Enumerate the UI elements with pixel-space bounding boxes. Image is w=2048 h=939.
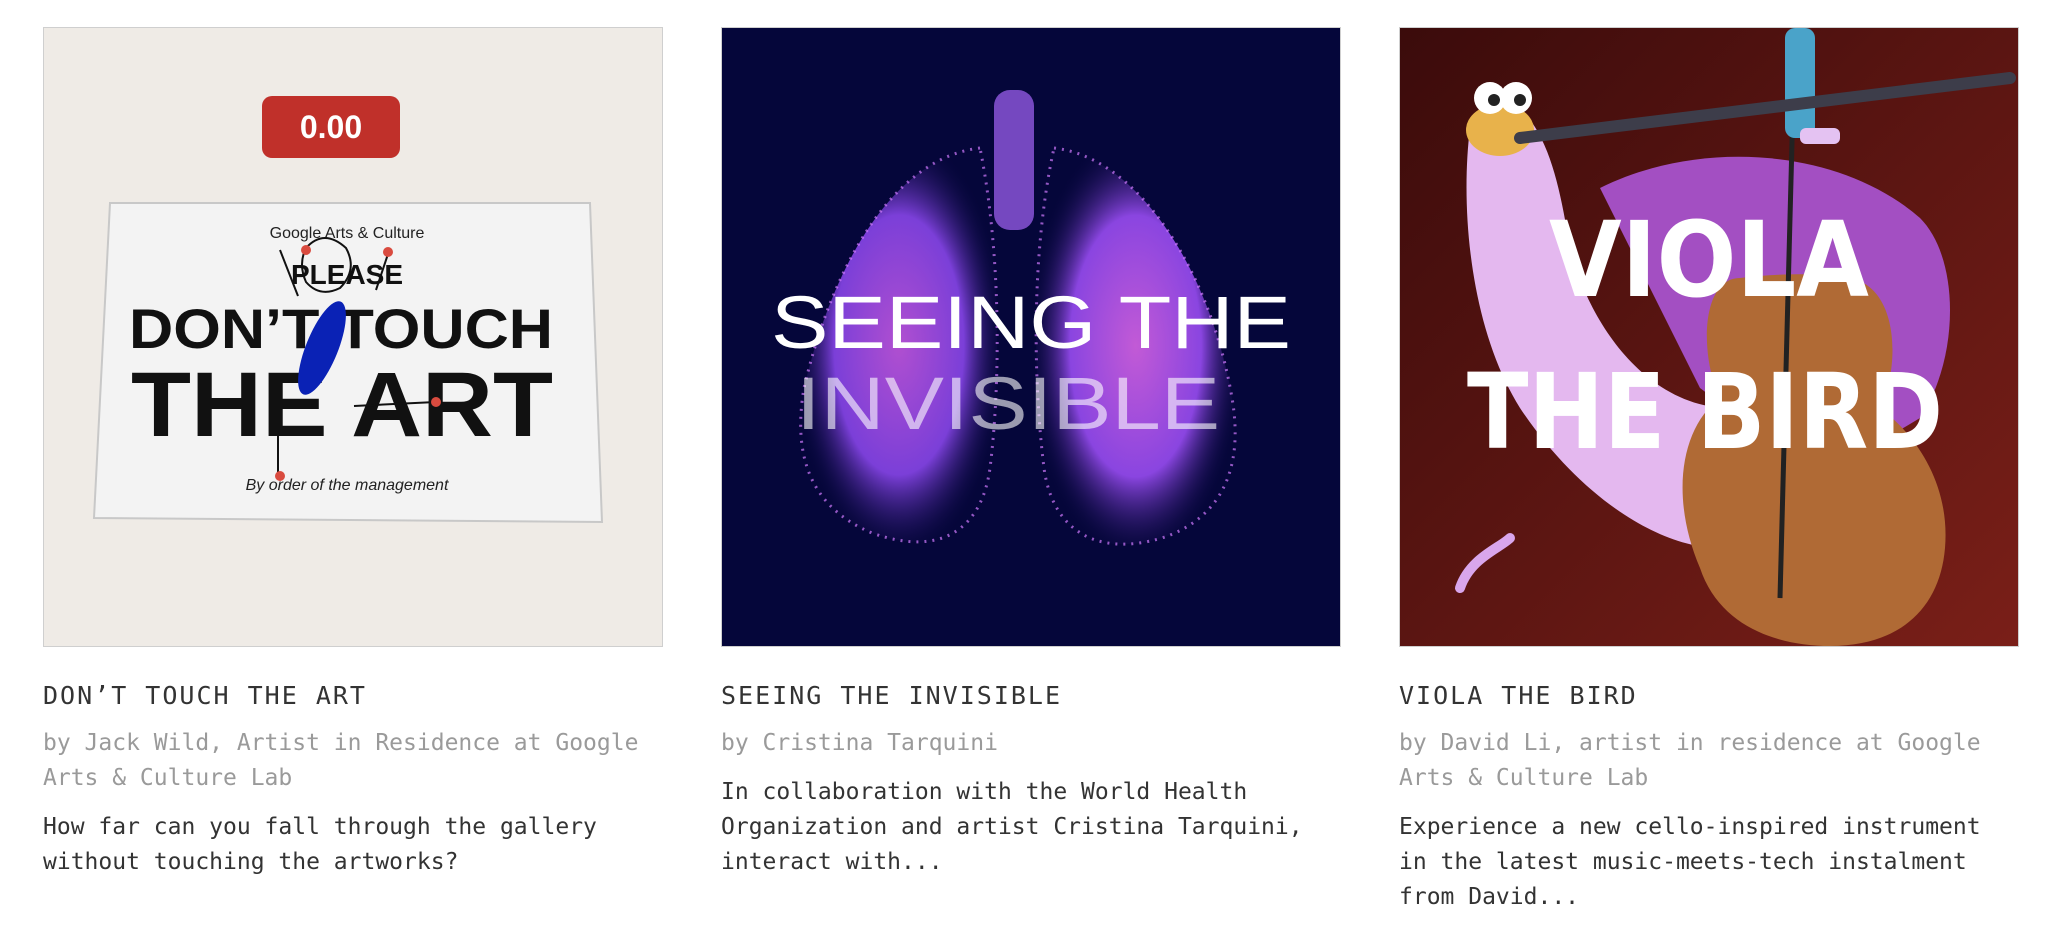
card-description: In collaboration with the World Health O… [721, 779, 1303, 875]
thumbnail-seeing-the-invisible[interactable]: SEEING THE INVISIBLE [721, 27, 1341, 647]
card-description: Experience a new cello-inspired instrume… [1399, 814, 1981, 910]
score-badge: 0.00 [262, 96, 400, 158]
svg-text:0.00: 0.00 [300, 109, 362, 145]
card-byline: by Jack Wild, Artist in Residence at Goo… [43, 730, 639, 791]
sign-footer: By order of the management [246, 477, 449, 494]
card-description: How far can you fall through the gallery… [43, 814, 597, 875]
sign-line-please: PLEASE [291, 259, 403, 290]
card-title[interactable]: VIOLA THE BIRD [1399, 681, 2019, 711]
card-dont-touch-the-art[interactable]: 0.00 Google Arts & Culture PLEASE DON’T … [43, 27, 663, 915]
art-line-viola: VIOLA [1549, 199, 1869, 321]
card-seeing-the-invisible[interactable]: SEEING THE INVISIBLE SEEING THE INVISIBL… [721, 27, 1341, 915]
card-title[interactable]: DON’T TOUCH THE ART [43, 681, 663, 711]
card-byline: by Cristina Tarquini [721, 730, 998, 756]
card-viola-the-bird[interactable]: VIOLA THE BIRD VIOLA THE BIRD by David L… [1399, 27, 2019, 915]
sign-line-the-art: THE ART [131, 354, 553, 456]
experiments-grid: 0.00 Google Arts & Culture PLEASE DON’T … [43, 27, 2019, 915]
thumbnail-viola-the-bird[interactable]: VIOLA THE BIRD [1399, 27, 2019, 647]
art-line-invisible: INVISIBLE [796, 362, 1220, 445]
sign-brand: Google Arts & Culture [270, 225, 425, 242]
art-line-seeing-the: SEEING THE [771, 281, 1291, 364]
art-line-the-bird: THE BIRD [1467, 351, 1943, 473]
card-title[interactable]: SEEING THE INVISIBLE [721, 681, 1341, 711]
card-byline: by David Li, artist in residence at Goog… [1399, 730, 1981, 791]
thumbnail-dont-touch-the-art[interactable]: 0.00 Google Arts & Culture PLEASE DON’T … [43, 27, 663, 647]
